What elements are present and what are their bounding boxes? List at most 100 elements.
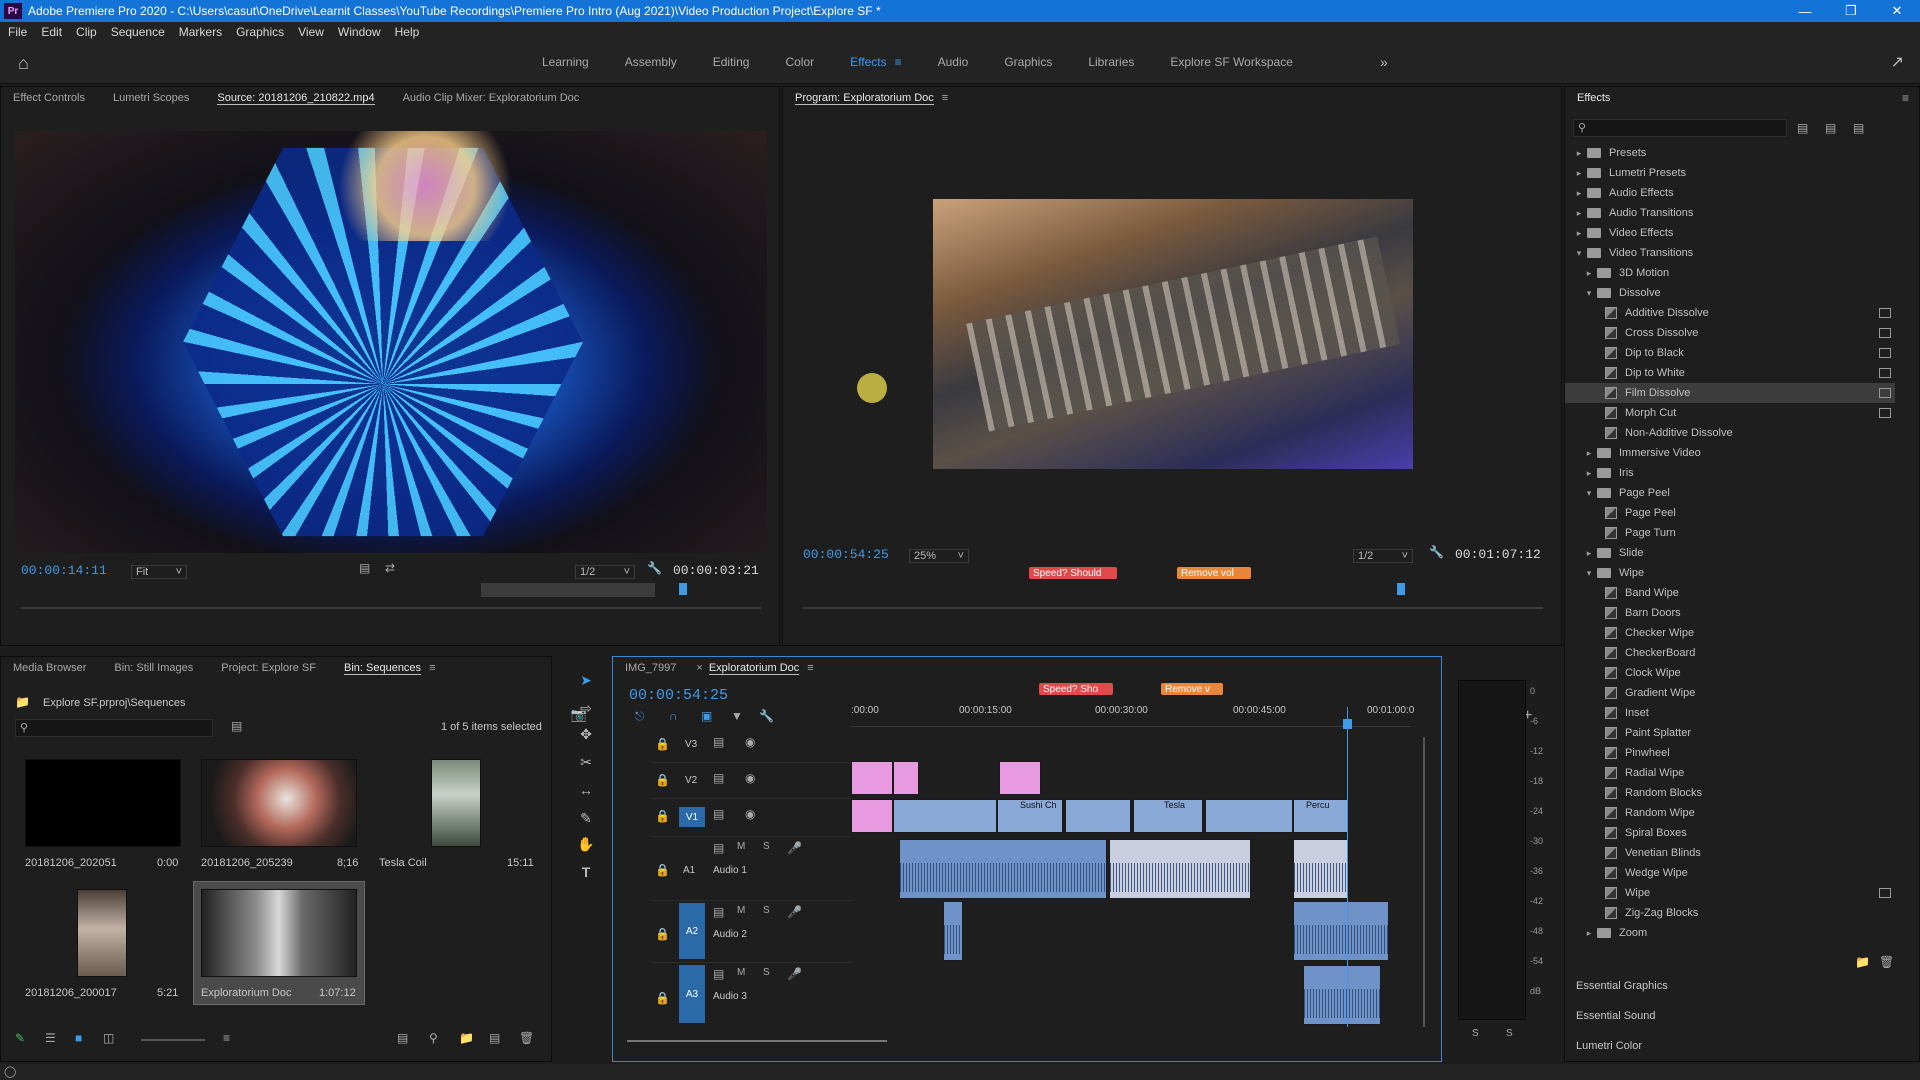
tab-lumetri-scopes[interactable]: Lumetri Scopes: [113, 92, 189, 104]
effects-item[interactable]: Paint Splatter: [1565, 723, 1895, 743]
list-view-icon[interactable]: ☰: [45, 1031, 56, 1045]
effects-folder[interactable]: ▾ Page Peel: [1565, 483, 1895, 503]
mute-icon[interactable]: M: [737, 967, 745, 978]
effects-item[interactable]: Cross Dissolve: [1565, 323, 1895, 343]
program-marker-remove[interactable]: Remove vol: [1177, 567, 1251, 579]
toggle-sync-icon[interactable]: ▤: [713, 807, 724, 821]
solo-icon[interactable]: S: [763, 967, 770, 978]
sort-icon[interactable]: ≡: [223, 1031, 230, 1045]
workspace-graphics[interactable]: Graphics: [1004, 55, 1052, 69]
panel-menu-icon[interactable]: ≡: [1902, 91, 1909, 105]
menu-file[interactable]: File: [8, 25, 27, 39]
lumetri-color-panel-tab[interactable]: Lumetri Color: [1576, 1040, 1642, 1052]
effects-item[interactable]: Clock Wipe: [1565, 663, 1895, 683]
source-fit-dropdown[interactable]: Fit ˅: [131, 565, 187, 579]
lock-icon[interactable]: 🔒: [655, 773, 670, 787]
wrench-icon[interactable]: 🔧: [1429, 545, 1444, 559]
chevron-right-icon[interactable]: ▸: [1573, 148, 1585, 159]
essential-sound-panel-tab[interactable]: Essential Sound: [1576, 1010, 1656, 1022]
slip-tool-icon[interactable]: ↔: [576, 782, 596, 802]
effects-item[interactable]: Wedge Wipe: [1565, 863, 1895, 883]
audio-clip[interactable]: [1293, 839, 1349, 899]
new-bin-icon[interactable]: 📁: [459, 1031, 474, 1045]
effects-item[interactable]: Page Peel: [1565, 503, 1895, 523]
tab-close-icon[interactable]: ×: [696, 662, 702, 674]
track-target-a3[interactable]: A3: [679, 965, 705, 1023]
audio-clip[interactable]: [1109, 839, 1251, 899]
effects-item[interactable]: Additive Dissolve: [1565, 303, 1895, 323]
insert-icon[interactable]: ⇄: [385, 561, 395, 575]
eye-icon[interactable]: ◉: [745, 807, 755, 821]
effects-folder[interactable]: ▾ Video Transitions: [1565, 243, 1895, 263]
effects-item[interactable]: Non-Additive Dissolve: [1565, 423, 1895, 443]
timeline-marker-speed[interactable]: Speed? Sho: [1039, 683, 1113, 695]
timeline-clip[interactable]: Sushi Ch: [997, 799, 1063, 833]
workspace-color[interactable]: Color: [785, 55, 814, 69]
effects-item[interactable]: Barn Doors: [1565, 603, 1895, 623]
panel-menu-icon[interactable]: ≡: [429, 662, 435, 674]
toggle-sync-icon[interactable]: ▤: [713, 967, 724, 981]
timeline-playhead[interactable]: [1347, 707, 1348, 1027]
zoom-slider[interactable]: [141, 1039, 205, 1041]
tab-img-7997[interactable]: IMG_7997: [625, 662, 676, 674]
home-icon[interactable]: ⌂: [18, 53, 29, 74]
effects-item[interactable]: Dip to White: [1565, 363, 1895, 383]
effects-folder[interactable]: ▸ Presets: [1565, 143, 1895, 163]
workspace-libraries[interactable]: Libraries: [1088, 55, 1134, 69]
effects-folder[interactable]: ▸ Slide: [1565, 543, 1895, 563]
menu-edit[interactable]: Edit: [41, 25, 62, 39]
freeform-view-icon[interactable]: ◫: [103, 1031, 114, 1045]
audio-clip[interactable]: [1303, 965, 1381, 1025]
effects-item[interactable]: Checker Wipe: [1565, 623, 1895, 643]
essential-graphics-panel-tab[interactable]: Essential Graphics: [1576, 980, 1668, 992]
minimize-icon[interactable]: —: [1782, 0, 1828, 22]
chevron-right-icon[interactable]: ▸: [1573, 168, 1585, 179]
workspace-learning[interactable]: Learning: [542, 55, 589, 69]
effects-folder[interactable]: ▸ Video Effects: [1565, 223, 1895, 243]
menu-markers[interactable]: Markers: [179, 25, 222, 39]
tab-source[interactable]: Source: 20181206_210822.mp4: [217, 92, 375, 105]
audio-clip[interactable]: [943, 901, 963, 961]
menu-view[interactable]: View: [298, 25, 324, 39]
nest-icon[interactable]: ⎋: [635, 709, 645, 724]
timeline-clip[interactable]: [893, 761, 919, 795]
chevron-down-icon[interactable]: ▾: [1583, 568, 1595, 579]
solo-icon[interactable]: S: [763, 841, 770, 852]
track-target-a2[interactable]: A2: [679, 903, 705, 959]
mute-icon[interactable]: M: [737, 905, 745, 916]
workspace-editing[interactable]: Editing: [713, 55, 750, 69]
solo-right-button[interactable]: S: [1506, 1028, 1513, 1039]
tab-audio-clip-mixer[interactable]: Audio Clip Mixer: Exploratorium Doc: [403, 92, 580, 104]
mute-icon[interactable]: M: [737, 841, 745, 852]
chevron-right-icon[interactable]: ▸: [1583, 928, 1595, 939]
wrench-icon[interactable]: 🔧: [647, 561, 662, 575]
workspace-audio[interactable]: Audio: [938, 55, 969, 69]
tab-bin-still-images[interactable]: Bin: Still Images: [114, 662, 193, 674]
effects-item[interactable]: Wipe: [1565, 883, 1895, 903]
timeline-clip[interactable]: [893, 799, 997, 833]
tab-bin-sequences[interactable]: Bin: Sequences: [344, 662, 422, 675]
source-scrub-bar[interactable]: [21, 607, 761, 609]
effects-folder[interactable]: ▸ Iris: [1565, 463, 1895, 483]
effects-folder[interactable]: ▸ Audio Transitions: [1565, 203, 1895, 223]
effects-item[interactable]: Pinwheel: [1565, 743, 1895, 763]
solo-left-button[interactable]: S: [1472, 1028, 1479, 1039]
timeline-marker-remove[interactable]: Remove v: [1161, 683, 1223, 695]
chevron-right-icon[interactable]: ▸: [1573, 228, 1585, 239]
audio-clip[interactable]: [899, 839, 1107, 899]
close-icon[interactable]: ✕: [1874, 0, 1920, 22]
lock-icon[interactable]: 🔒: [655, 991, 670, 1005]
source-resolution-dropdown[interactable]: 1/2 ˅: [575, 565, 635, 579]
toggle-sync-icon[interactable]: ▤: [713, 771, 724, 785]
chevron-down-icon[interactable]: ▾: [1583, 488, 1595, 499]
delete-icon[interactable]: 🗑: [519, 1031, 534, 1045]
chevron-down-icon[interactable]: ▾: [1573, 248, 1585, 259]
timeline-clip[interactable]: [851, 799, 893, 833]
chevron-right-icon[interactable]: ▸: [1573, 208, 1585, 219]
settings-icon[interactable]: ▤: [359, 561, 370, 575]
effects-item[interactable]: Page Turn: [1565, 523, 1895, 543]
sequence-thumbnail-exploratorium-doc[interactable]: [201, 889, 357, 977]
32-bit-effects-icon[interactable]: ▤: [1825, 121, 1836, 135]
timeline-vertical-scrollbar[interactable]: [1423, 737, 1425, 1027]
program-resolution-dropdown[interactable]: 1/2 ˅: [1353, 549, 1413, 563]
